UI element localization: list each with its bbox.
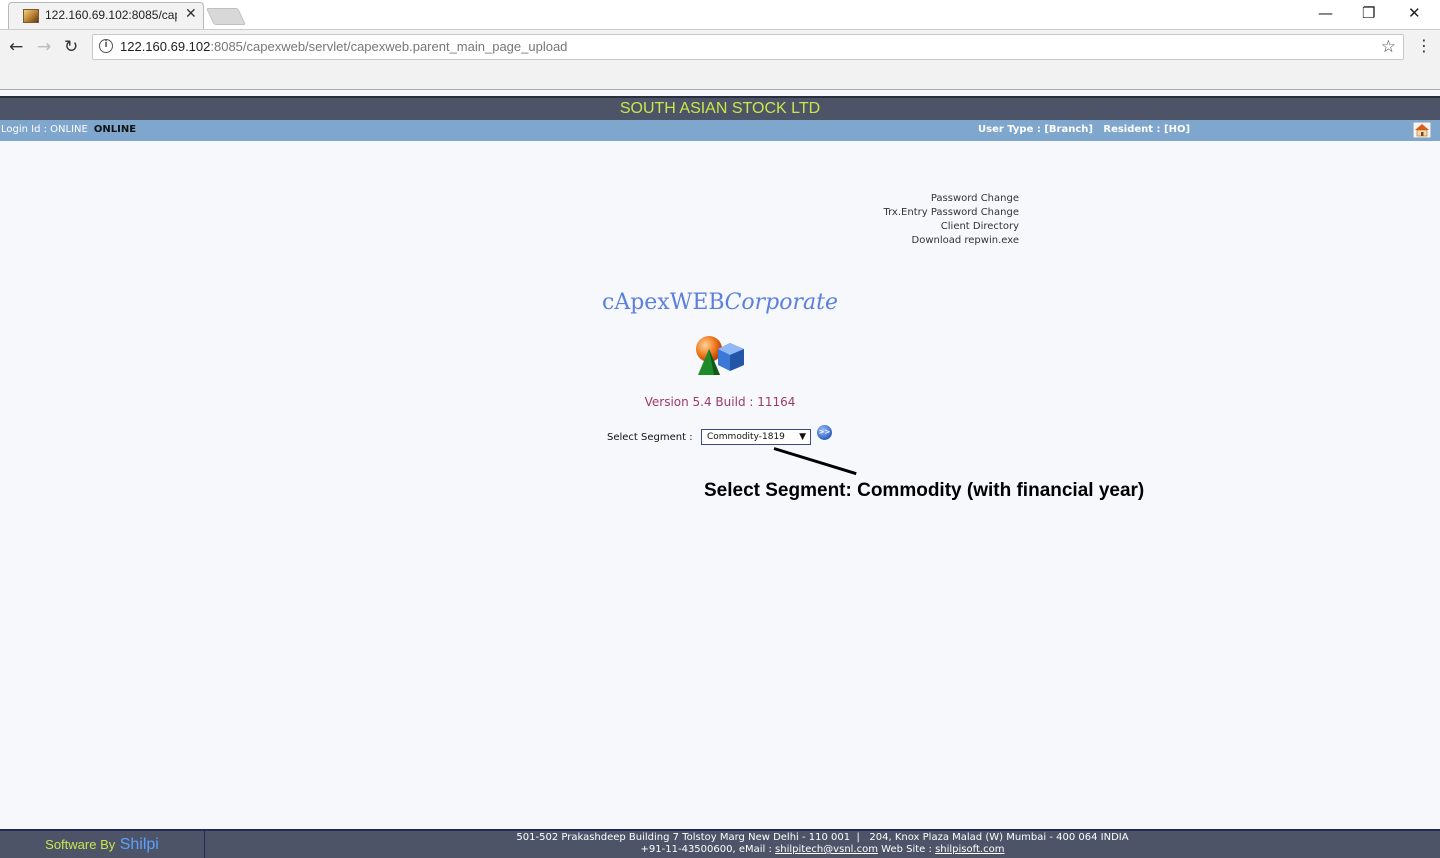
user-bar: Login Id : ONLINE ONLINE User Type : [Bra… [0, 120, 1440, 141]
quick-links: Password Change Trx.Entry Password Chang… [883, 192, 1019, 248]
annotation-text: Select Segment: Commodity (with financia… [704, 480, 1145, 501]
address-bar: ← → ↻ i 122.160.69.102:8085/capexweb/ser… [0, 29, 1440, 63]
url-text: 122.160.69.102:8085/capexweb/servlet/cap… [120, 39, 568, 54]
site-info-icon[interactable]: i [99, 39, 113, 53]
contact-line: +91-11-43500600, eMail : shilpitech@vsnl… [640, 844, 1005, 855]
segment-select[interactable]: Commodity-1819 ▼ [701, 429, 811, 445]
company-name: SOUTH ASIAN STOCK LTD [619, 100, 821, 117]
version-info: Version 5.4 Build : 11164 [644, 395, 796, 409]
login-id: Login Id : ONLINE ONLINE [1, 124, 137, 135]
favicon-icon [23, 9, 39, 23]
segment-selected-value: Commodity-1819 [707, 432, 785, 442]
new-tab-button[interactable] [206, 8, 246, 25]
app-brand: cApexWEBCorporate [0, 290, 1440, 315]
url-input[interactable]: i 122.160.69.102:8085/capexweb/servlet/c… [92, 34, 1404, 60]
login-id-value: ONLINE [93, 124, 137, 135]
vendor-name: Shilpi [119, 836, 159, 853]
trx-password-change-link[interactable]: Trx.Entry Password Change [883, 206, 1019, 220]
software-by-label: Software By [45, 837, 116, 852]
brand-suffix: Corporate [724, 290, 838, 315]
forward-icon[interactable]: → [37, 37, 51, 57]
software-credit: Software By Shilpi [0, 831, 205, 858]
email-link[interactable]: shilpitech@vsnl.com [775, 844, 878, 855]
app-logo-icon [696, 336, 744, 375]
annotation-pointer [773, 447, 857, 476]
browser-tabbar: 122.160.69.102:8085/cap ✕ — ❐ ✕ [0, 0, 1440, 29]
window-close-icon[interactable]: ✕ [1408, 4, 1421, 22]
minimize-icon[interactable]: — [1318, 4, 1333, 22]
page-header: SOUTH ASIAN STOCK LTD [0, 96, 1440, 120]
bookmark-star-icon[interactable]: ☆ [1381, 37, 1396, 57]
segment-label: Select Segment : [607, 432, 693, 443]
client-directory-link[interactable]: Client Directory [883, 220, 1019, 234]
bookmark-bar [0, 63, 1440, 90]
browser-tab[interactable]: 122.160.69.102:8085/cap ✕ [8, 2, 204, 29]
password-change-link[interactable]: Password Change [883, 192, 1019, 206]
page-footer: Software By Shilpi 501-502 Prakashdeep B… [0, 829, 1440, 858]
footer-address: 501-502 Prakashdeep Building 7 Tolstoy M… [205, 832, 1440, 856]
go-button[interactable]: >> [817, 425, 832, 440]
tab-close-icon[interactable]: ✕ [185, 6, 197, 22]
browser-menu-icon[interactable]: ⋮ [1416, 36, 1432, 55]
website-link[interactable]: shilpisoft.com [935, 844, 1004, 855]
back-icon[interactable]: ← [9, 37, 23, 57]
user-type: User Type : [Branch] Resident : [HO] [978, 124, 1191, 135]
restore-icon[interactable]: ❐ [1362, 4, 1375, 22]
dropdown-arrow-icon: ▼ [799, 432, 806, 442]
home-icon[interactable] [1413, 122, 1431, 138]
brand-name: cApexWEB [602, 290, 725, 315]
download-repwin-link[interactable]: Download repwin.exe [883, 234, 1020, 248]
reload-icon[interactable]: ↻ [64, 37, 78, 57]
address-line: 501-502 Prakashdeep Building 7 Tolstoy M… [516, 832, 1129, 843]
tab-title: 122.160.69.102:8085/cap [45, 8, 177, 22]
